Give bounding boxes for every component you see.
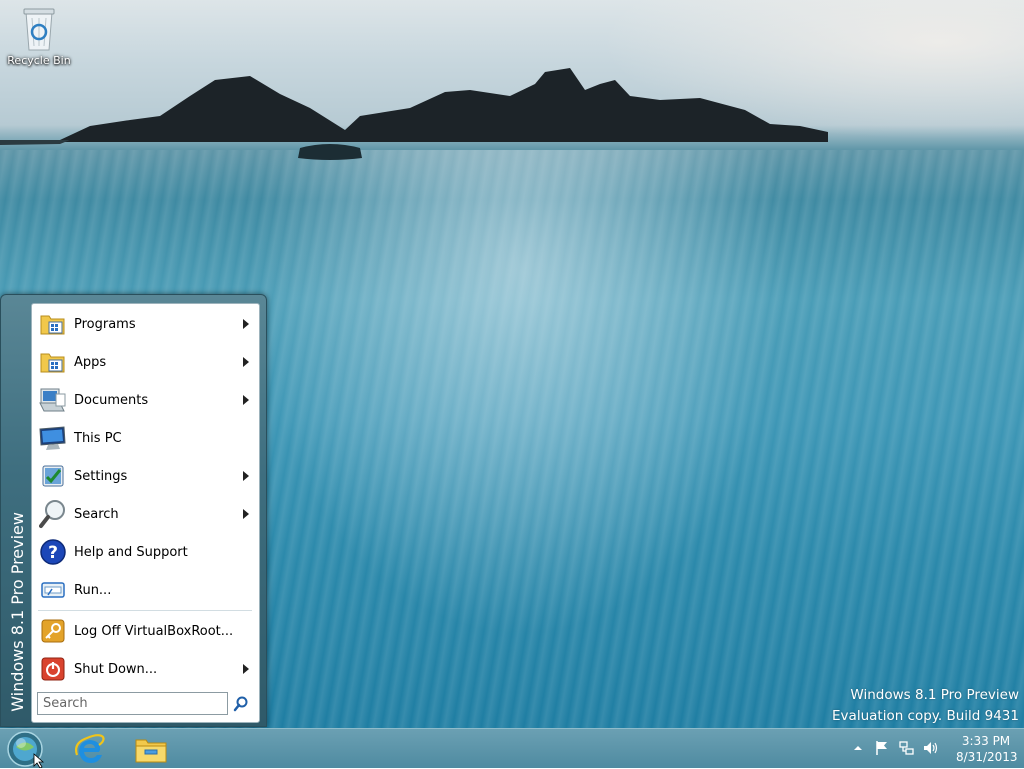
magnifier-icon (37, 498, 69, 530)
key-icon (37, 615, 69, 647)
search-go-icon[interactable] (232, 695, 250, 713)
power-icon (37, 653, 69, 685)
menu-item-log-off[interactable]: Log Off VirtualBoxRoot... (35, 613, 255, 649)
rock-silhouettes (0, 68, 828, 160)
recycle-bin-label: Recycle Bin (7, 54, 71, 67)
watermark-line-1: Windows 8.1 Pro Preview (850, 687, 1019, 703)
volume-icon[interactable] (922, 740, 938, 756)
run-icon (37, 574, 69, 606)
menu-item-run[interactable]: Run... (35, 572, 255, 608)
recycle-bin-icon (23, 8, 55, 51)
submenu-arrow-icon (243, 395, 249, 405)
menu-item-label: Apps (74, 354, 107, 370)
menu-item-programs[interactable]: Programs (35, 306, 255, 342)
start-search-input[interactable] (37, 692, 228, 715)
help-icon: ? (37, 536, 69, 568)
submenu-arrow-icon (243, 357, 249, 367)
menu-item-label: Programs (74, 316, 136, 332)
internet-explorer-icon (75, 734, 105, 763)
menu-item-label: Log Off VirtualBoxRoot... (74, 623, 234, 639)
documents-icon (37, 384, 69, 416)
programs-folder-icon (37, 308, 69, 340)
network-icon[interactable] (898, 740, 914, 756)
menu-item-label: Help and Support (74, 544, 188, 560)
build-watermark: Windows 8.1 Pro Preview Evaluation copy.… (832, 685, 1019, 727)
submenu-arrow-icon (243, 319, 249, 329)
submenu-arrow-icon (243, 509, 249, 519)
action-center-flag-icon[interactable] (874, 740, 890, 756)
start-button[interactable] (6, 730, 44, 768)
submenu-arrow-icon (243, 471, 249, 481)
start-menu-sidebar-label: Windows 8.1 Pro Preview (7, 512, 27, 712)
menu-item-label: This PC (74, 430, 122, 446)
start-menu-panel: Programs Apps Documents This PC Settings… (31, 303, 260, 723)
menu-item-search[interactable]: Search (35, 496, 255, 532)
watermark-line-2: Evaluation copy. Build 9431 (832, 708, 1019, 724)
clock-time: 3:33 PM (961, 734, 1011, 748)
computer-icon (37, 422, 69, 454)
menu-separator (38, 610, 252, 611)
menu-item-this-pc[interactable]: This PC (35, 420, 255, 456)
menu-item-label: Settings (74, 468, 128, 484)
taskbar-clock[interactable]: 3:33 PM 8/31/2013 (956, 733, 1018, 765)
menu-item-label: Shut Down... (74, 661, 158, 677)
show-hidden-icons-arrow[interactable] (850, 740, 866, 756)
clock-date: 8/31/2013 (956, 750, 1018, 764)
taskbar-internet-explorer[interactable] (69, 732, 109, 766)
start-menu-sidebar: Windows 8.1 Pro Preview (3, 312, 31, 712)
menu-item-help-and-support[interactable]: ? Help and Support (35, 534, 255, 570)
menu-item-apps[interactable]: Apps (35, 344, 255, 380)
menu-item-label: Search (74, 506, 119, 522)
apps-folder-icon (37, 346, 69, 378)
start-menu: Windows 8.1 Pro Preview Programs Apps Do… (0, 294, 267, 727)
taskbar: 3:33 PM 8/31/2013 (0, 728, 1024, 768)
svg-text:?: ? (48, 543, 58, 563)
taskbar-file-explorer[interactable] (131, 732, 171, 766)
file-explorer-icon (135, 739, 167, 763)
menu-item-documents[interactable]: Documents (35, 382, 255, 418)
settings-icon (37, 460, 69, 492)
recycle-bin[interactable]: Recycle Bin (6, 6, 72, 67)
menu-item-settings[interactable]: Settings (35, 458, 255, 494)
submenu-arrow-icon (243, 664, 249, 674)
menu-item-label: Documents (74, 392, 149, 408)
menu-item-label: Run... (74, 582, 112, 598)
menu-item-shut-down[interactable]: Shut Down... (35, 651, 255, 687)
